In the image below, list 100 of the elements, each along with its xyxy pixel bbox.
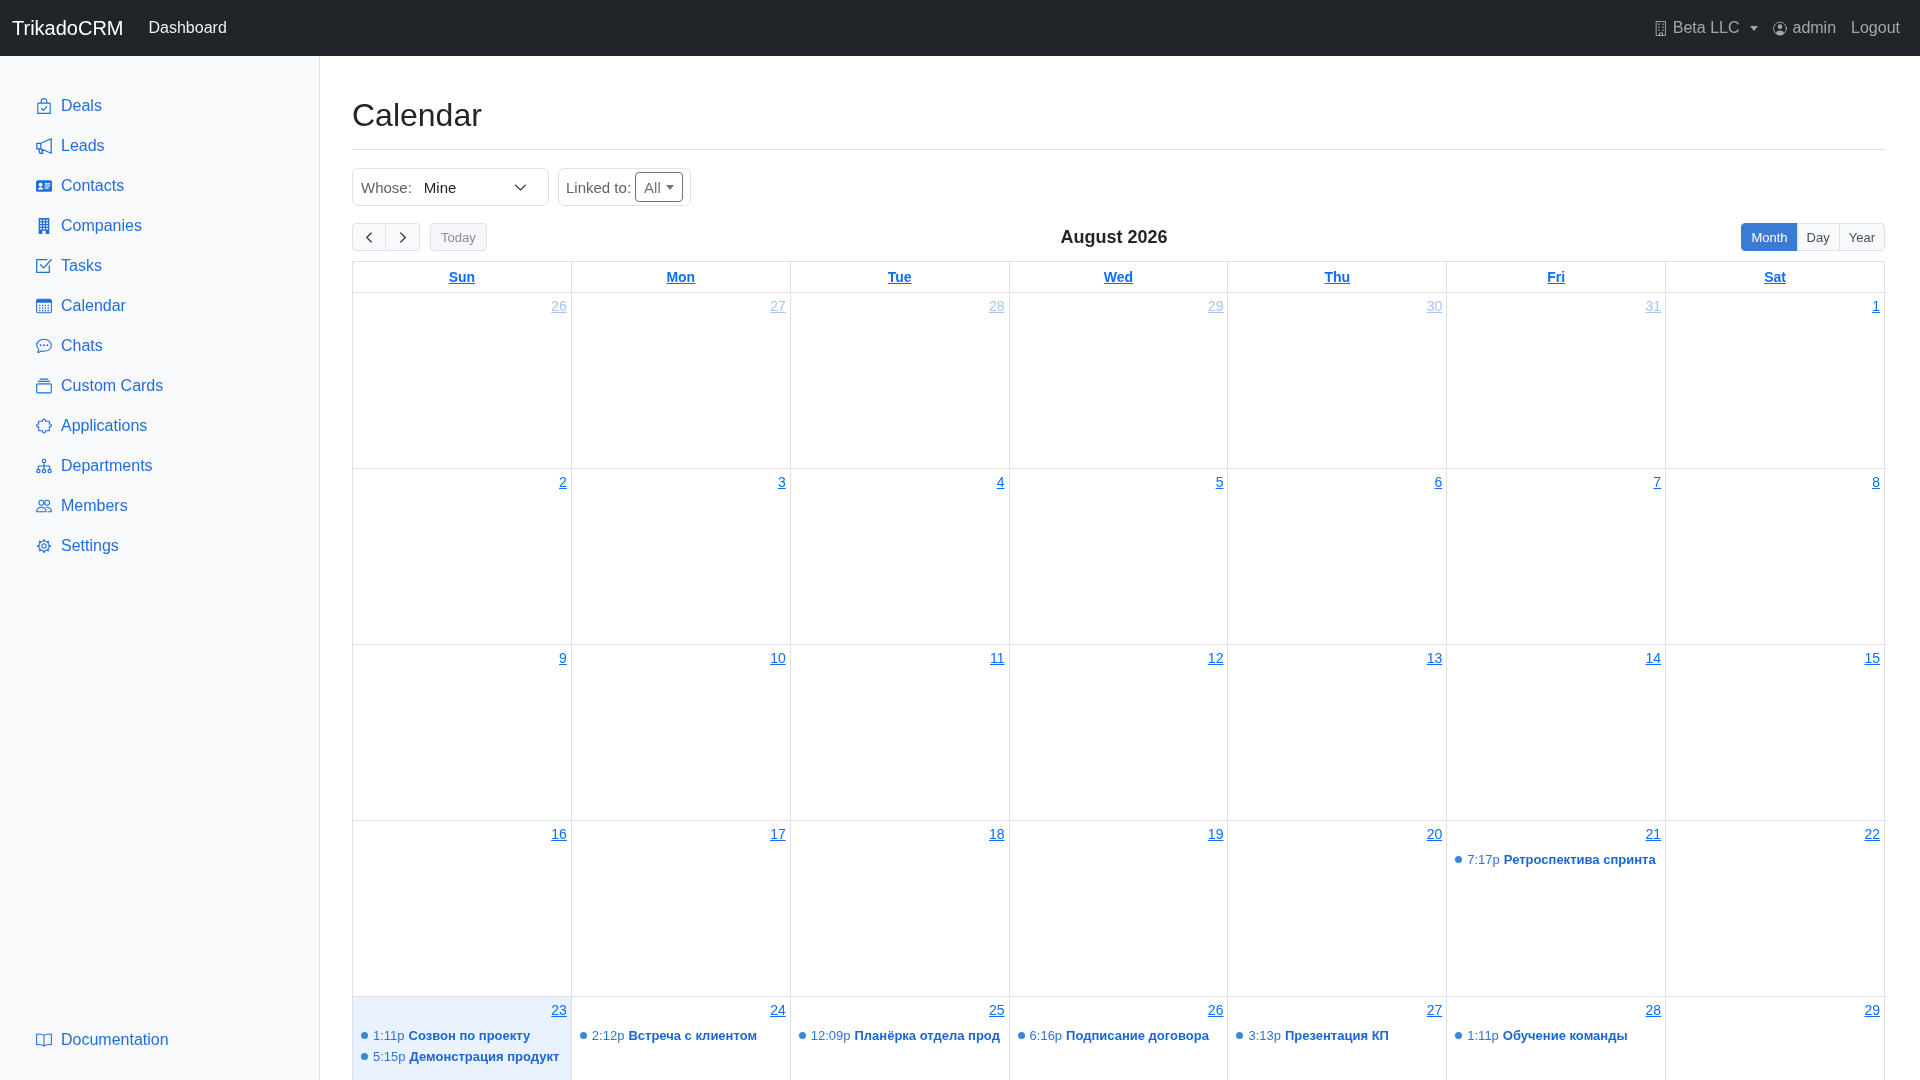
- page-title: Calendar: [352, 96, 482, 134]
- building-icon: [1653, 20, 1668, 36]
- day-number-link[interactable]: 26: [1207, 1001, 1224, 1019]
- filter-label: Whose:: [361, 178, 412, 196]
- calendar-event[interactable]: 12:09p Планёрка отдела прод: [794, 1025, 1000, 1046]
- sidebar-link[interactable]: Documentation: [36, 1020, 169, 1060]
- day-number-link[interactable]: 28: [1645, 1001, 1662, 1019]
- day-number-link[interactable]: 1: [1872, 297, 1880, 315]
- puzzle-icon: [36, 418, 52, 434]
- day-number-link[interactable]: 18: [989, 825, 1005, 843]
- view-button[interactable]: Year: [1838, 223, 1885, 251]
- logout-link[interactable]: Logout: [1851, 19, 1900, 37]
- filter-label: Linked to:: [566, 178, 632, 196]
- day-number-link[interactable]: 29: [1864, 1001, 1880, 1019]
- calendar-event[interactable]: 1:11p Созвон по проекту: [357, 1025, 531, 1046]
- day-number-link[interactable]: 11: [990, 649, 1005, 667]
- day-number-link[interactable]: 2: [559, 473, 567, 491]
- user-avatar-icon: [1773, 20, 1788, 36]
- event-dot-icon: [1236, 1032, 1244, 1039]
- day-number-link[interactable]: 24: [770, 1001, 786, 1019]
- day-number-link[interactable]: 7: [1653, 473, 1662, 491]
- sidebar-link[interactable]: Settings: [36, 526, 119, 566]
- id-card-icon: [36, 178, 52, 194]
- event-dot-icon: [1455, 1032, 1463, 1039]
- day-number-link[interactable]: 27: [1426, 1001, 1443, 1019]
- sidebar-link[interactable]: Chats: [36, 326, 103, 366]
- previous-button[interactable]: [352, 223, 386, 251]
- user-link[interactable]: admin: [1773, 19, 1837, 37]
- event-dot-icon: [361, 1053, 368, 1060]
- card-stack-icon: [36, 378, 52, 394]
- chevron-left-icon: [366, 231, 372, 243]
- day-number-link[interactable]: 16: [551, 825, 567, 843]
- sidebar-link[interactable]: Members: [36, 486, 128, 526]
- sidebar-link[interactable]: Departments: [36, 446, 153, 486]
- day-number-link[interactable]: 21: [1645, 825, 1662, 843]
- day-number-link[interactable]: 19: [1207, 825, 1224, 843]
- day-number-link[interactable]: 20: [1426, 825, 1443, 843]
- settings-icon: [36, 538, 52, 554]
- caret-icon: [1750, 25, 1759, 31]
- whose-select[interactable]: Mine: [411, 172, 540, 202]
- linked-to-dropdown[interactable]: All: [635, 172, 683, 202]
- day-number-link[interactable]: 23: [551, 1001, 567, 1019]
- people-icon: [36, 498, 52, 514]
- day-number-link[interactable]: 4: [996, 473, 1005, 491]
- next-button[interactable]: [386, 223, 420, 251]
- company-dropdown[interactable]: Beta LLC: [1653, 19, 1759, 37]
- calendar-event[interactable]: 6:16p Подписание договора: [1013, 1025, 1209, 1046]
- day-number-link[interactable]: 9: [559, 649, 567, 667]
- megaphone-icon: [36, 138, 52, 154]
- weekday-link[interactable]: Fri: [1547, 269, 1566, 285]
- calendar-event[interactable]: 7:17p Ретроспектива спринта: [1451, 849, 1656, 870]
- sidebar-link[interactable]: Custom Cards: [36, 366, 164, 406]
- nav-link[interactable]: Dashboard: [148, 19, 227, 37]
- event-dot-icon: [1017, 1032, 1025, 1039]
- event-dot-icon: [1455, 856, 1463, 863]
- weekday-link[interactable]: Sun: [448, 269, 476, 285]
- sidebar-link[interactable]: Applications: [36, 406, 148, 446]
- sidebar-link[interactable]: Leads: [36, 126, 105, 166]
- calendar-event[interactable]: 3:13p Презентация КП: [1232, 1025, 1389, 1046]
- sidebar-link[interactable]: Deals: [36, 86, 102, 126]
- chevron-right-icon: [399, 231, 406, 243]
- sidebar-link[interactable]: Companies: [36, 206, 142, 246]
- view-button[interactable]: Day: [1796, 223, 1840, 251]
- event-dot-icon: [361, 1032, 368, 1039]
- day-number-link[interactable]: 14: [1645, 649, 1662, 667]
- event-dot-icon: [579, 1032, 587, 1039]
- day-number-link[interactable]: 5: [1215, 473, 1224, 491]
- day-number-link[interactable]: 6: [1434, 473, 1443, 491]
- calendar-event[interactable]: 2:12p Встреча с клиентом: [575, 1025, 758, 1046]
- calendar-event[interactable]: 1:11p Обучение команды: [1451, 1025, 1628, 1046]
- calendar-event[interactable]: 5:15p Демонстрация продукт: [357, 1046, 560, 1067]
- sidebar-link[interactable]: Contacts: [36, 166, 125, 206]
- day-number-link[interactable]: 12: [1207, 649, 1224, 667]
- day-number-link[interactable]: 13: [1426, 649, 1443, 667]
- brand-link[interactable]: TrikadoCRM: [12, 16, 124, 40]
- weekday-link[interactable]: Wed: [1103, 269, 1134, 285]
- day-number-link[interactable]: 22: [1864, 825, 1880, 843]
- weekday-link[interactable]: Mon: [666, 269, 696, 285]
- day-number-link[interactable]: 8: [1872, 473, 1880, 491]
- bag-check-icon: [36, 98, 52, 114]
- weekday-link[interactable]: Thu: [1324, 269, 1351, 285]
- weekday-link[interactable]: Tue: [887, 269, 912, 285]
- calendar-icon: [36, 298, 52, 314]
- day-number-link[interactable]: 10: [770, 649, 786, 667]
- org-chart-icon: [36, 458, 52, 474]
- day-number-link[interactable]: 17: [770, 825, 786, 843]
- event-dot-icon: [798, 1032, 806, 1039]
- caret-icon: [665, 184, 674, 190]
- book-icon: [36, 1032, 52, 1048]
- day-number-link[interactable]: 3: [777, 473, 786, 491]
- calendar-title: August 2026: [1060, 226, 1168, 248]
- building-icon: [36, 218, 52, 234]
- view-button[interactable]: Month: [1741, 223, 1798, 251]
- sidebar-link[interactable]: Calendar: [36, 286, 126, 326]
- day-number-link[interactable]: 15: [1864, 649, 1880, 667]
- chat-bubble-icon: [36, 338, 52, 354]
- chevron-down-icon: [515, 183, 526, 191]
- sidebar-link[interactable]: Tasks: [36, 246, 102, 286]
- day-number-link[interactable]: 25: [989, 1001, 1005, 1019]
- weekday-link[interactable]: Sat: [1764, 269, 1786, 285]
